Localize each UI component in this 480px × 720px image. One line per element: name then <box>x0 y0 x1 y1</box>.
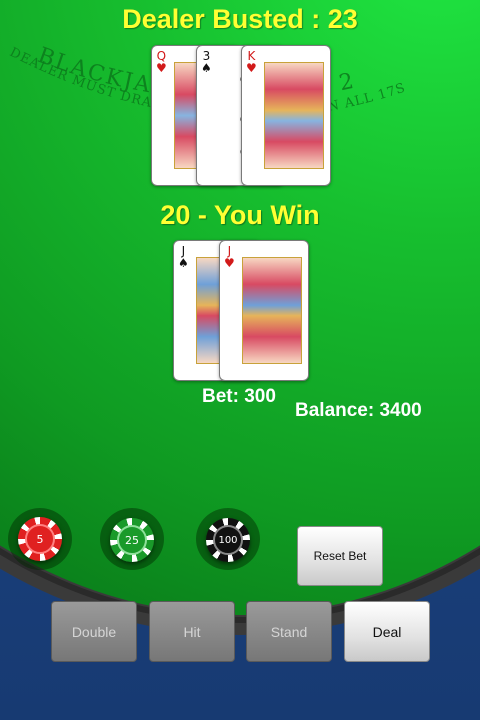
game-screen: BLACKJACK PAYS 3 TO 2 DEALER MUST DRAW T… <box>0 0 480 720</box>
chip-100[interactable]: 100 <box>206 518 250 562</box>
player-card-2: J ♥ <box>219 240 309 381</box>
chip-25[interactable]: 25 <box>110 518 154 562</box>
hit-button[interactable]: Hit <box>149 601 235 662</box>
face-card-art <box>242 257 302 364</box>
card-index: 3 ♠ <box>201 49 212 75</box>
card-index: J ♠ <box>178 244 189 270</box>
stand-button[interactable]: Stand <box>246 601 332 662</box>
chip-5[interactable]: 5 <box>18 517 62 561</box>
deal-button[interactable]: Deal <box>344 601 430 662</box>
bet-amount: Bet: 300 <box>202 386 276 407</box>
face-card-art <box>264 62 324 169</box>
player-status: 20 - You Win <box>160 200 320 230</box>
reset-bet-button[interactable]: Reset Bet <box>297 526 383 586</box>
chip-label: 25 <box>117 525 147 555</box>
dealer-card-3: K ♥ <box>241 45 331 186</box>
chip-label: 5 <box>25 524 55 554</box>
card-index: K ♥ <box>246 49 257 75</box>
dealer-status: Dealer Busted : 23 <box>122 4 358 34</box>
card-index: Q ♥ <box>156 49 167 75</box>
card-index: J ♥ <box>224 244 235 270</box>
balance-amount: Balance: 3400 <box>295 400 422 421</box>
chip-label: 100 <box>213 525 243 555</box>
double-button[interactable]: Double <box>51 601 137 662</box>
